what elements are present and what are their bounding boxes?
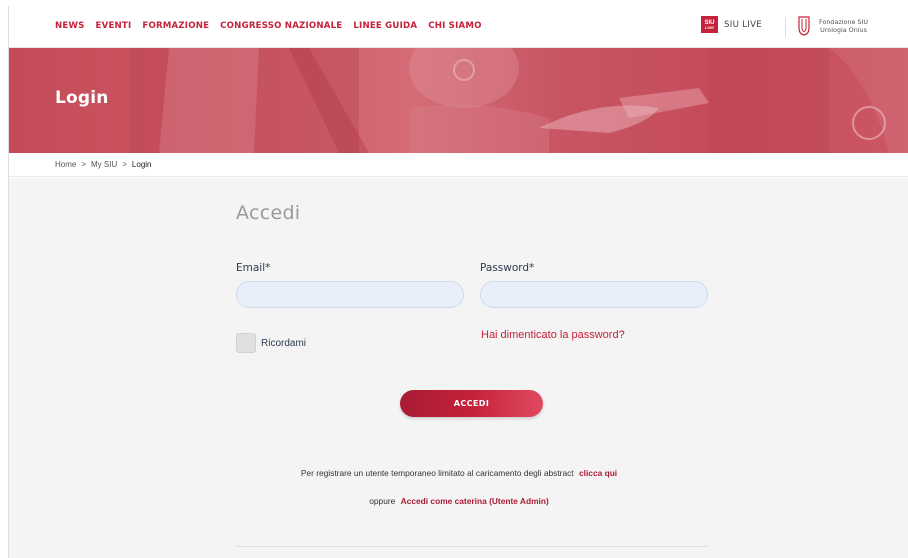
breadcrumb-separator: > (81, 160, 87, 169)
login-submit-button[interactable]: ACCEDI (400, 390, 543, 417)
fondazione-siu-link[interactable]: Fondazione SIU Urologia Onlus (797, 15, 868, 37)
nav-divider (785, 17, 786, 37)
siu-live-label: SIU LIVE (724, 19, 763, 30)
siu-live-link[interactable]: SIU LIVE SIU LIVE (701, 16, 762, 33)
admin-login-prefix: oppure (369, 496, 396, 506)
top-navigation: NEWS EVENTI FORMAZIONE CONGRESSO NAZIONA… (9, 6, 908, 48)
register-note-text: Per registrare un utente temporaneo limi… (300, 468, 574, 478)
form-title: Accedi (236, 202, 301, 224)
main-menu: NEWS EVENTI FORMAZIONE CONGRESSO NAZIONA… (55, 21, 493, 31)
nav-item-eventi[interactable]: EVENTI (96, 21, 132, 31)
remember-checkbox[interactable] (236, 333, 256, 353)
breadcrumb-home[interactable]: Home (55, 160, 76, 169)
fondazione-shield-icon (798, 16, 810, 36)
admin-login-note: oppure Accedi come caterina (Utente Admi… (9, 496, 908, 506)
forgot-password-link[interactable]: Hai dimenticato la password? (481, 329, 625, 341)
page-title: Login (55, 88, 109, 108)
fondazione-line1: Fondazione SIU (819, 18, 869, 26)
nav-item-linee-guida[interactable]: LINEE GUIDA (353, 21, 417, 31)
email-input[interactable] (236, 281, 464, 308)
register-link[interactable]: clicca qui (579, 468, 617, 478)
fondazione-label: Fondazione SIU Urologia Onlus (819, 18, 868, 34)
password-input[interactable] (480, 281, 708, 308)
admin-login-link[interactable]: Accedi come caterina (Utente Admin) (401, 496, 549, 506)
fondazione-line2: Urologia Onlus (820, 26, 867, 34)
browser-viewport: NEWS EVENTI FORMAZIONE CONGRESSO NAZIONA… (8, 6, 908, 558)
section-divider (236, 546, 708, 547)
register-note: Per registrare un utente temporaneo limi… (9, 468, 908, 478)
breadcrumb: Home > My SIU > Login (9, 153, 908, 177)
breadcrumb-current: Login (131, 160, 152, 169)
siu-live-logo-icon: SIU LIVE (701, 16, 718, 33)
hero-background-image (129, 48, 908, 153)
nav-item-congresso-nazionale[interactable]: CONGRESSO NAZIONALE (220, 21, 342, 31)
breadcrumb-mysiu[interactable]: My SIU (91, 160, 117, 169)
email-label: Email* (236, 262, 271, 274)
nav-item-news[interactable]: NEWS (55, 21, 85, 31)
nav-item-formazione[interactable]: FORMAZIONE (142, 21, 209, 31)
siu-live-logo-bottom: LIVE (705, 24, 714, 30)
breadcrumb-separator: > (122, 160, 127, 169)
hero-banner: Login (9, 48, 908, 153)
password-label: Password* (480, 262, 535, 274)
login-section: Accedi Email* Password* Ricordami Hai di… (9, 178, 908, 558)
nav-item-chi-siamo[interactable]: CHI SIAMO (428, 21, 481, 31)
remember-label[interactable]: Ricordami (261, 338, 306, 349)
